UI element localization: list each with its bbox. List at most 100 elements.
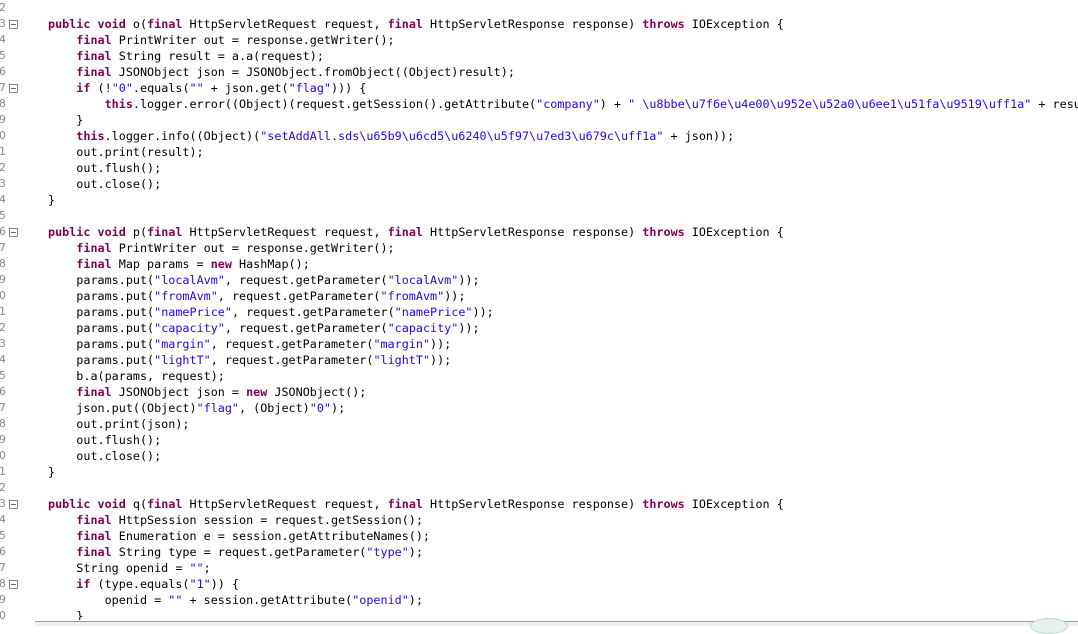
code-line[interactable]: 5 b.a(params, request); (0, 368, 1078, 384)
floating-widget-icon (1030, 618, 1068, 634)
code-line[interactable]: 8 out.print(json); (0, 416, 1078, 432)
code-line[interactable]: 6 final String type = request.getParamet… (0, 544, 1078, 560)
code-token: json.put((Object) (48, 401, 197, 415)
line-number: 2 (0, 321, 6, 334)
code-token: IOException { (684, 497, 784, 511)
code-line[interactable]: 3 public void q(final HttpServletRequest … (0, 496, 1078, 512)
fold-collapse-icon[interactable] (9, 20, 18, 29)
code-line[interactable]: 7 json.put((Object)"flag", (Object)"0"); (0, 400, 1078, 416)
code-text: final PrintWriter out = response.getWrit… (48, 32, 394, 48)
keyword-token: final (76, 513, 112, 527)
code-line[interactable]: 6 final JSONObject json = JSONObject.fro… (0, 64, 1078, 80)
code-token: String type = request.getParameter( (111, 545, 367, 559)
code-token: String openid = (48, 561, 190, 575)
code-token: JSONObject(); (267, 385, 367, 399)
code-token: ))) { (331, 81, 367, 95)
code-line[interactable]: 0 params.put("fromAvm", request.getParam… (0, 288, 1078, 304)
code-line[interactable]: 8 if (type.equals("1")) { (0, 576, 1078, 592)
code-line[interactable]: 3 params.put("margin", request.getParame… (0, 336, 1078, 352)
code-line[interactable]: 4 final HttpSession session = request.ge… (0, 512, 1078, 528)
code-text: out.print(json); (48, 416, 189, 432)
code-line[interactable]: 9 } (0, 112, 1078, 128)
code-line[interactable]: 0 } (0, 608, 1078, 620)
code-line[interactable]: 7 String openid = ""; (0, 560, 1078, 576)
code-line[interactable]: 8 this.logger.error((Object)(request.get… (0, 96, 1078, 112)
line-number: 7 (0, 401, 6, 414)
fold-collapse-icon[interactable] (9, 500, 18, 509)
code-line[interactable]: 1 out.print(result); (0, 144, 1078, 160)
string-token: "namePrice" (394, 305, 473, 319)
code-line[interactable]: 2 (0, 0, 1078, 16)
fold-collapse-icon[interactable] (9, 580, 18, 589)
string-token: "" (189, 81, 204, 95)
code-token: .equals( (132, 81, 190, 95)
code-token: out.flush(); (48, 161, 162, 175)
code-line[interactable]: 2 (0, 480, 1078, 496)
horizontal-scrollbar[interactable] (35, 621, 1078, 626)
keyword-token: public void (48, 17, 126, 31)
code-line[interactable]: 9 out.flush(); (0, 432, 1078, 448)
code-line[interactable]: 4 final PrintWriter out = response.getWr… (0, 32, 1078, 48)
code-token: )); (430, 353, 452, 367)
code-line[interactable]: 3 public void o(final HttpServletRequest … (0, 16, 1078, 32)
keyword-token: new (246, 385, 268, 399)
keyword-token: final (76, 49, 112, 63)
line-number: 6 (0, 545, 6, 558)
keyword-token: throws (642, 497, 685, 511)
code-line[interactable]: 9 openid = "" + session.getAttribute("op… (0, 592, 1078, 608)
code-line[interactable]: 4 params.put("lightT", request.getParame… (0, 352, 1078, 368)
code-token: )) { (210, 577, 240, 591)
code-token: HttpServletResponse response) (422, 497, 643, 511)
code-editor[interactable]: 2 3 public void o(final HttpServletRequest… (0, 0, 1078, 620)
code-line[interactable]: 7 if (!"0".equals("" + json.get("flag"))… (0, 80, 1078, 96)
code-line[interactable]: 0 out.close(); (0, 448, 1078, 464)
code-text: params.put("margin", request.getParamete… (48, 336, 451, 352)
fold-collapse-icon[interactable] (9, 228, 18, 237)
code-line[interactable]: 6 final JSONObject json = new JSONObject… (0, 384, 1078, 400)
keyword-token: final (147, 497, 183, 511)
code-line[interactable]: 2 out.flush(); (0, 160, 1078, 176)
code-line[interactable]: 8 final Map params = new HashMap(); (0, 256, 1078, 272)
code-text: params.put("localAvm", request.getParame… (48, 272, 479, 288)
code-token: , request.getParameter( (224, 321, 388, 335)
code-token: params.put( (48, 289, 155, 303)
code-line[interactable]: 7 final PrintWriter out = response.getWr… (0, 240, 1078, 256)
code-token: params.put( (48, 337, 155, 351)
code-line[interactable]: 5 final String result = a.a(request); (0, 48, 1078, 64)
keyword-token: final (76, 33, 112, 47)
code-line[interactable]: 4} (0, 192, 1078, 208)
keyword-token: this (104, 97, 133, 111)
code-text: params.put("capacity", request.getParame… (48, 320, 479, 336)
code-line[interactable]: 1 params.put("namePrice", request.getPar… (0, 304, 1078, 320)
fold-collapse-icon[interactable] (9, 84, 18, 93)
code-line[interactable]: 1} (0, 464, 1078, 480)
code-line[interactable]: 6 public void p(final HttpServletRequest … (0, 224, 1078, 240)
code-line[interactable]: 5 final Enumeration e = session.getAttri… (0, 528, 1078, 544)
code-line[interactable]: 0 this.logger.info((Object)("setAddAll.s… (0, 128, 1078, 144)
code-token: JSONObject json = (111, 385, 247, 399)
line-number: 9 (0, 273, 6, 286)
code-line[interactable]: 3 out.close(); (0, 176, 1078, 192)
code-line[interactable]: 9 params.put("localAvm", request.getPara… (0, 272, 1078, 288)
line-number: 7 (0, 561, 6, 574)
keyword-token: throws (642, 17, 685, 31)
string-token: "lightT" (373, 353, 431, 367)
code-text: final String result = a.a(request); (48, 48, 324, 64)
line-number: 8 (0, 97, 6, 110)
code-text: out.close(); (48, 448, 161, 464)
line-number: 0 (0, 129, 6, 142)
line-number: 5 (0, 209, 6, 222)
code-token: .logger.error((Object)(request.getSessio… (132, 97, 537, 111)
code-text: } (48, 608, 83, 620)
code-line[interactable]: 5 (0, 208, 1078, 224)
code-token: )); (472, 305, 494, 319)
code-token: } (48, 113, 84, 127)
code-line[interactable]: 2 params.put("capacity", request.getPara… (0, 320, 1078, 336)
line-number: 9 (0, 593, 6, 606)
code-token: , request.getParameter( (210, 353, 374, 367)
line-number: 5 (0, 529, 6, 542)
code-token: IOException { (684, 17, 784, 31)
